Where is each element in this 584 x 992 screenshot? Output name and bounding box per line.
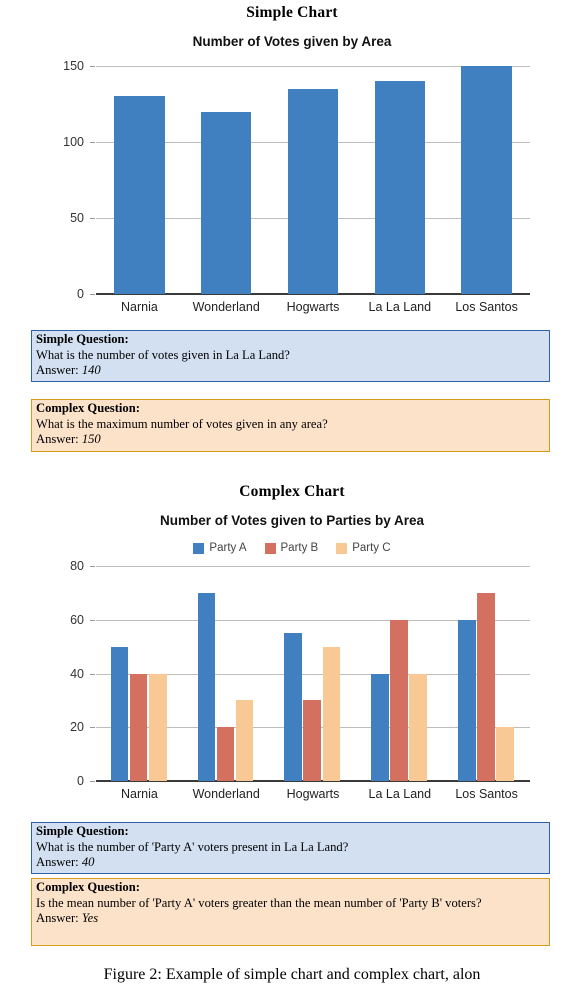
bar [457, 619, 476, 781]
y-axis-tick-label: 80 [70, 559, 84, 573]
complex-chart-plot-area: 0 20 40 60 80 Narnia Wonderland Hogwarts La La L… [70, 559, 530, 801]
bar [287, 88, 339, 294]
simple-chart: Number of Votes given by Area 0 50 100 150 N… [0, 34, 584, 324]
bar [201, 111, 252, 294]
bar [477, 592, 495, 781]
simple-question-label-2: Simple Question: [36, 824, 129, 838]
complex-chart: Number of Votes given to Parties by Area… [0, 513, 584, 813]
bar [216, 727, 235, 781]
simple-question-answer-2: Answer: 40 [36, 855, 545, 871]
complex-chart-legend: Party A Party B Party C [0, 542, 584, 554]
legend-swatch-icon [336, 542, 348, 554]
complex-question-answer-value: 150 [81, 432, 101, 447]
bar [371, 673, 389, 781]
x-axis-tick-label: La La Land [368, 300, 432, 314]
x-axis-tick-label: Wonderland [192, 787, 260, 801]
y-tick-mark [90, 294, 95, 295]
x-axis-tick-label: Narnia [120, 787, 158, 801]
simple-chart-plot-area: 0 50 100 150 Narnia Wonderland Hogwarts La La L… [63, 59, 530, 314]
complex-question-answer-prefix: Answer: [36, 432, 82, 447]
complex-question-answer-2: Answer: Yes [36, 911, 545, 927]
y-tick-mark [90, 781, 95, 782]
x-axis-tick-label: Los Santos [455, 787, 518, 801]
simple-question-answer-prefix-2: Answer: [36, 855, 82, 870]
complex-chart-complex-question-box: Complex Question: Is the mean number of … [31, 878, 550, 946]
y-axis-tick-label: 0 [77, 774, 84, 788]
simple-question-answer-value: 140 [81, 363, 101, 378]
simple-question-text-2: What is the number of 'Party A' voters p… [36, 839, 349, 854]
y-tick-mark [90, 218, 95, 219]
y-axis-tick-label: 40 [70, 666, 84, 681]
simple-question-label: Simple Question: [36, 332, 129, 346]
complex-question-text: What is the maximum number of votes give… [36, 416, 328, 431]
simple-question-answer-value-2: 40 [81, 855, 95, 870]
x-axis-tick-label: Wonderland [192, 300, 260, 314]
complex-question-text-2: Is the mean number of 'Party A' voters g… [36, 895, 482, 910]
bar [409, 673, 427, 781]
bar [284, 633, 302, 781]
simple-chart-complex-question-box: Complex Question: What is the maximum nu… [31, 399, 550, 452]
x-axis-tick-label: Hogwarts [286, 787, 340, 801]
legend-swatch-icon [193, 542, 205, 554]
y-axis-tick-label: 150 [63, 59, 84, 73]
y-tick-mark [90, 566, 95, 567]
x-axis-tick-label: Narnia [120, 300, 158, 314]
y-axis-tick-label: 20 [70, 720, 84, 735]
y-tick-mark [90, 673, 95, 675]
y-axis-tick-label: 60 [70, 612, 84, 627]
x-axis-tick-label: La La Land [368, 787, 432, 801]
simple-chart-simple-question-box: Simple Question: What is the number of v… [31, 330, 550, 382]
legend-label: Party A [209, 542, 247, 554]
y-tick-mark [90, 727, 95, 729]
complex-question-answer: Answer: 150 [36, 432, 545, 448]
simple-chart-title: Number of Votes given by Area [192, 34, 392, 49]
y-axis-tick-label: 100 [63, 135, 84, 149]
complex-chart-simple-question-box: Simple Question: What is the number of '… [31, 822, 550, 874]
y-axis-tick-label: 50 [70, 211, 84, 225]
bar [114, 96, 165, 294]
bar [322, 646, 341, 781]
simple-chart-section-heading: Simple Chart [246, 4, 338, 21]
complex-question-label-2: Complex Question: [36, 880, 140, 894]
y-tick-mark [90, 619, 95, 621]
y-axis-tick-label: 0 [77, 287, 84, 301]
legend-item[interactable]: Party A [193, 542, 247, 554]
bar [496, 727, 514, 781]
simple-question-text: What is the number of votes given in La … [36, 347, 290, 362]
figure-caption: Figure 2: Example of simple chart and co… [103, 966, 481, 983]
x-axis-tick-label: Hogwarts [286, 300, 340, 314]
bar [374, 81, 425, 294]
legend-swatch-icon [264, 542, 276, 554]
bar [129, 673, 148, 781]
complex-chart-title: Number of Votes given to Parties by Area [159, 513, 425, 528]
bar [110, 646, 129, 781]
y-tick-mark [90, 142, 95, 143]
y-tick-mark [90, 66, 95, 67]
x-axis-tick-label: Los Santos [455, 300, 518, 314]
simple-question-answer-prefix: Answer: [36, 363, 82, 378]
bar [197, 592, 216, 781]
simple-question-answer: Answer: 140 [36, 363, 545, 379]
bar [148, 673, 167, 781]
complex-question-label: Complex Question: [36, 401, 140, 415]
bar [235, 700, 254, 781]
gridline [96, 566, 530, 567]
legend-item[interactable]: Party B [264, 542, 319, 554]
complex-question-answer-value-2: Yes [81, 911, 99, 926]
bar [390, 619, 408, 781]
complex-question-answer-prefix-2: Answer: [36, 911, 82, 926]
legend-label: Party B [280, 542, 319, 554]
legend-item[interactable]: Party C [336, 542, 391, 554]
bar [303, 700, 322, 781]
legend-label: Party C [352, 542, 391, 554]
bar [461, 66, 512, 294]
complex-chart-section-heading: Complex Chart [239, 483, 345, 500]
